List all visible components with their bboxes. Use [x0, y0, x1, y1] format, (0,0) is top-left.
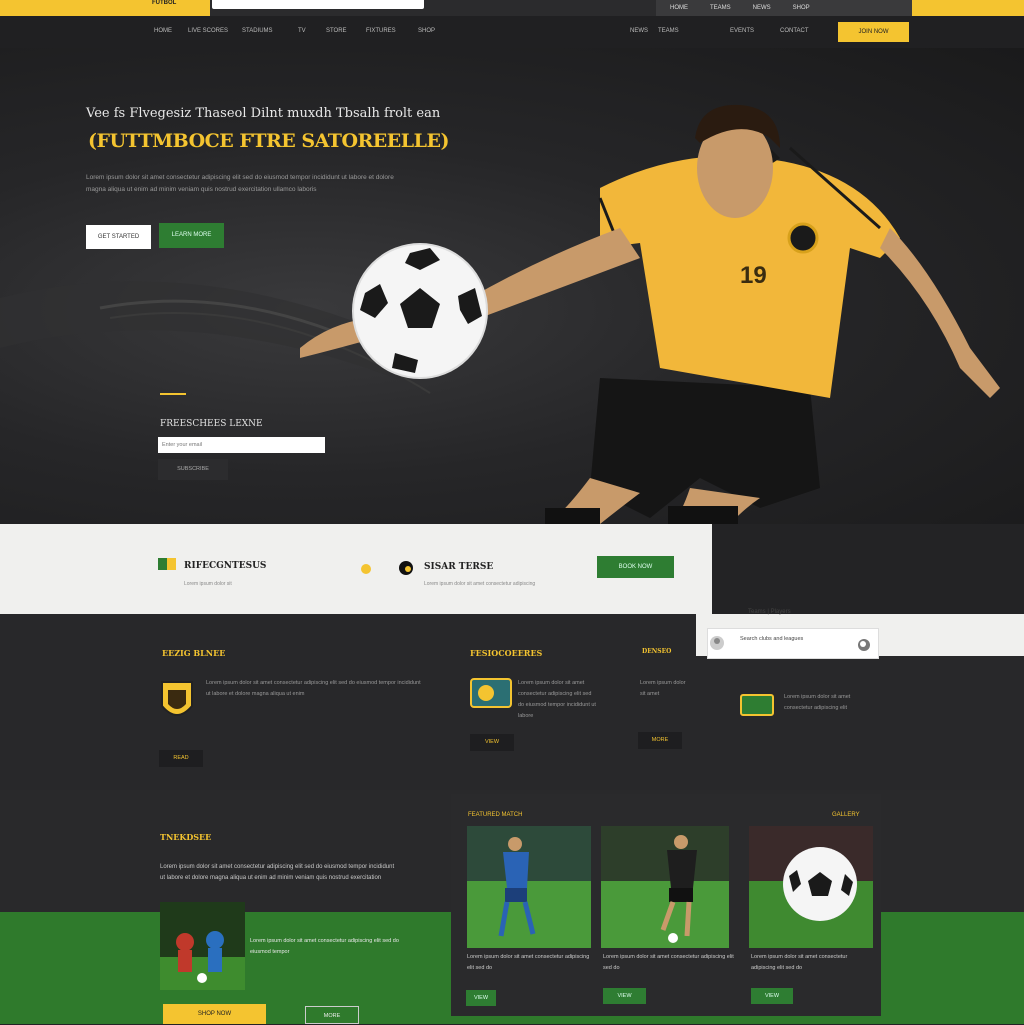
match-thumbnail[interactable]: [160, 902, 245, 990]
main-nav: HOME LIVE SCORES STADIUMS TV STORE FIXTU…: [0, 16, 1024, 48]
feature-title: FESIOCOEERES: [470, 648, 543, 658]
hero-description: Lorem ipsum dolor sit amet consectetur a…: [86, 174, 394, 193]
feature-title: DENSEO: [642, 648, 672, 655]
medal-icon: [361, 564, 371, 574]
top-bar-accent-left: [0, 0, 210, 16]
panel-search-text: Search clubs and leagues: [740, 636, 804, 642]
top-link[interactable]: SHOP: [793, 5, 810, 11]
banner-item-sub: Lorem ipsum dolor sit amet consectetur a…: [424, 581, 536, 587]
user-icon: [710, 636, 724, 650]
bottom-title: TNEKDSEE: [160, 832, 212, 842]
club-crest-icon: [161, 681, 193, 716]
feature-text: Lorem ipsum dolor sit amet consectetur a…: [784, 694, 851, 711]
top-search-input[interactable]: [212, 0, 424, 9]
nav-item[interactable]: STADIUMS: [242, 28, 273, 34]
svg-text:19: 19: [740, 262, 767, 289]
ball-icon: [399, 561, 413, 575]
gallery-card-button[interactable]: VIEW: [751, 988, 793, 1004]
gallery-card-text: Lorem ipsum dolor sit amet consectetur a…: [467, 954, 590, 971]
hero-section: 19 Vee fs Flvegesiz Thaseol Dilnt muxdh …: [0, 48, 1024, 524]
more-button[interactable]: MORE: [305, 1006, 359, 1024]
gallery-heading: FEATURED MATCH: [468, 812, 523, 818]
nav-item[interactable]: NEWS: [630, 28, 648, 34]
flag-icon: [158, 558, 176, 570]
bottom-text: Lorem ipsum dolor sit amet consectetur a…: [160, 864, 395, 881]
panel-search-input[interactable]: [707, 628, 879, 659]
hero-kicker: Vee fs Flvegesiz Thaseol Dilnt muxdh Tbs…: [86, 106, 441, 121]
subscribe-button[interactable]: SUBSCRIBE: [158, 459, 228, 480]
gallery-heading: GALLERY: [832, 812, 860, 818]
gallery-card-button[interactable]: VIEW: [603, 988, 646, 1004]
nav-item[interactable]: CONTACT: [780, 28, 809, 34]
feature-text: Lorem ipsum dolor sit amet: [640, 680, 686, 697]
feature-title: EEZIG BLNEE: [162, 648, 226, 658]
learn-more-button[interactable]: LEARN MORE: [159, 223, 224, 248]
news-accent-line: [160, 393, 186, 395]
banner-item-label: SISAR TERSE: [424, 562, 494, 572]
feature-button[interactable]: MORE: [638, 732, 682, 749]
top-link[interactable]: NEWS: [753, 5, 771, 11]
newsletter-title: FREESCHEES LEXNE: [160, 419, 263, 429]
top-links: HOME TEAMS NEWS SHOP: [656, 0, 912, 16]
feature-text: Lorem ipsum dolor sit amet consectetur a…: [518, 680, 596, 719]
nav-item[interactable]: HOME: [154, 28, 172, 34]
newsletter-email-input[interactable]: Enter your email: [158, 437, 325, 453]
nav-item[interactable]: SHOP: [418, 28, 435, 34]
banner-item-label: RIFECGNTESUS: [184, 561, 267, 571]
top-link[interactable]: TEAMS: [710, 5, 731, 11]
nav-item[interactable]: STORE: [326, 28, 347, 34]
book-now-button[interactable]: BOOK NOW: [597, 556, 674, 578]
gallery-card-text: Lorem ipsum dolor sit amet consectetur a…: [603, 954, 734, 971]
top-link[interactable]: HOME: [670, 5, 688, 11]
gallery-card-image[interactable]: [601, 826, 729, 948]
feature-button[interactable]: READ: [159, 750, 203, 767]
brand-logo[interactable]: FUTBOL: [152, 0, 176, 6]
get-started-button[interactable]: GET STARTED: [86, 225, 151, 249]
nav-item[interactable]: LIVE SCORES: [188, 28, 228, 34]
gallery-card-image[interactable]: [749, 826, 877, 948]
top-bar-accent-right: [912, 0, 1024, 16]
search-icon[interactable]: [857, 638, 871, 652]
feature-text: Lorem ipsum dolor sit amet consectetur a…: [206, 680, 421, 697]
top-bar: FUTBOL HOME TEAMS NEWS SHOP: [0, 0, 1024, 16]
gallery-card-button[interactable]: VIEW: [466, 990, 496, 1006]
gallery-card-text: Lorem ipsum dolor sit amet consectetur a…: [751, 954, 848, 971]
shop-now-button[interactable]: SHOP NOW: [163, 1004, 266, 1024]
thumbnail-caption: Lorem ipsum dolor sit amet consectetur a…: [250, 938, 399, 955]
hero-title: (FUTTMBOCE FTRE SATOREELLE): [88, 130, 449, 152]
banner-item-sub: Lorem ipsum dolor sit: [184, 581, 232, 587]
nav-item[interactable]: TEAMS: [658, 28, 679, 34]
nav-item[interactable]: EVENTS: [730, 28, 754, 34]
badge-icon: [740, 694, 774, 716]
nav-item[interactable]: FIXTURES: [366, 28, 396, 34]
trophy-icon: [470, 678, 512, 708]
gallery-card-image[interactable]: [467, 826, 595, 948]
panel-tabs[interactable]: Teams | Players: [748, 609, 791, 615]
feature-button[interactable]: VIEW: [470, 734, 514, 751]
nav-item[interactable]: TV: [298, 28, 306, 34]
join-button[interactable]: JOIN NOW: [838, 22, 909, 42]
